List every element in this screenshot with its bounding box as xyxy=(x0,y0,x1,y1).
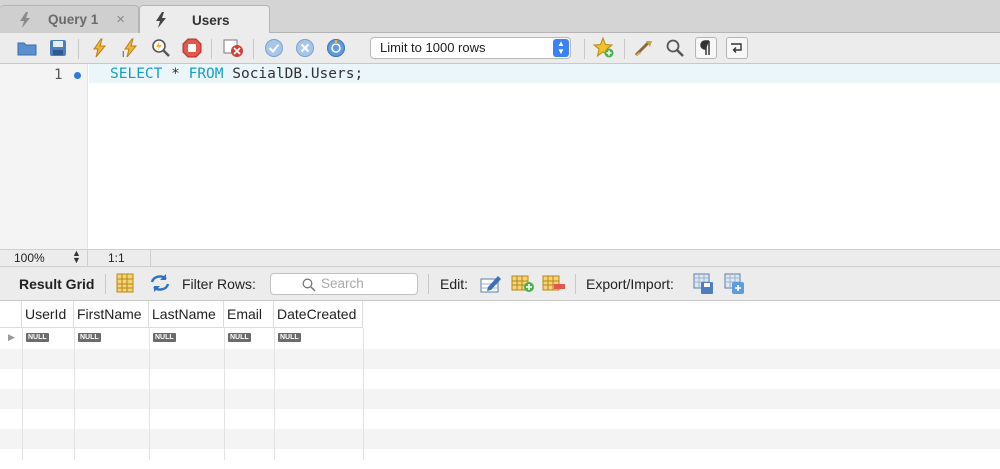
edit-row-icon[interactable] xyxy=(480,273,502,295)
column-header-email[interactable]: Email xyxy=(224,301,274,327)
result-toolbar: Result Grid Filter Rows: Search Edit: Ex… xyxy=(0,267,1000,301)
lightning-icon xyxy=(156,12,166,28)
autocommit-icon[interactable] xyxy=(325,37,347,59)
result-grid[interactable]: UserId FirstName LastName Email DateCrea… xyxy=(0,301,1000,460)
null-cell[interactable]: NULL xyxy=(78,333,101,342)
sql-keyword-from: FROM xyxy=(188,66,224,82)
sql-table-ref: SocialDB.Users; xyxy=(223,66,364,82)
row-header-corner xyxy=(0,301,22,327)
row-pointer-icon: ▶ xyxy=(8,332,15,342)
grid-view-icon[interactable] xyxy=(116,273,138,295)
export-icon[interactable] xyxy=(693,273,715,295)
table-row[interactable]: ▶ NULL NULL NULL NULL NULL xyxy=(0,329,1000,349)
zoom-level: 100% xyxy=(14,251,45,265)
limit-rows-value: Limit to 1000 rows xyxy=(380,40,486,55)
filter-rows-label: Filter Rows: xyxy=(182,276,256,292)
close-tab-button[interactable]: × xyxy=(116,11,125,28)
tab-query-1[interactable]: Query 1 × xyxy=(0,5,139,33)
column-header-firstname[interactable]: FirstName xyxy=(74,301,149,327)
sql-toolbar: I Limit to 1000 rows ▲ ▼ xyxy=(0,33,1000,64)
sql-code-line[interactable]: SELECT * FROM SocialDB.Users; xyxy=(110,66,363,82)
save-icon[interactable] xyxy=(47,37,69,59)
null-cell[interactable]: NULL xyxy=(278,333,301,342)
tab-label: Query 1 xyxy=(48,12,99,27)
refresh-icon[interactable] xyxy=(149,273,171,295)
tab-bar: Query 1 × Users xyxy=(0,0,1000,34)
sql-editor[interactable]: 1 SELECT * FROM SocialDB.Users; xyxy=(0,64,1000,249)
tab-label: Users xyxy=(192,12,230,28)
column-header-lastname[interactable]: LastName xyxy=(149,301,224,327)
editor-status-bar: 100% ▲ ▼ 1:1 xyxy=(0,249,1000,267)
line-number: 1 xyxy=(54,67,63,83)
lightning-icon xyxy=(20,11,30,28)
word-wrap-icon[interactable] xyxy=(726,37,748,59)
grid-header: UserId FirstName LastName Email DateCrea… xyxy=(0,301,363,328)
null-cell[interactable]: NULL xyxy=(153,333,176,342)
delete-row-icon[interactable] xyxy=(542,273,565,295)
limit-rows-select[interactable]: Limit to 1000 rows ▲ ▼ xyxy=(370,37,571,59)
column-header-datecreated[interactable]: DateCreated xyxy=(274,301,363,327)
svg-text:I: I xyxy=(122,50,124,58)
beautify-icon[interactable] xyxy=(633,37,655,59)
commit-icon[interactable] xyxy=(263,37,285,59)
sql-keyword-select: SELECT xyxy=(110,66,163,82)
empty-row xyxy=(0,349,1000,369)
statement-marker-icon xyxy=(74,72,81,79)
export-import-label: Export/Import: xyxy=(586,276,674,292)
result-grid-label: Result Grid xyxy=(19,276,95,292)
find-icon[interactable] xyxy=(664,37,686,59)
empty-row xyxy=(0,389,1000,409)
toggle-error-stop-icon[interactable] xyxy=(222,37,244,59)
empty-row xyxy=(0,409,1000,429)
rollback-icon[interactable] xyxy=(294,37,316,59)
null-cell[interactable]: NULL xyxy=(26,333,49,342)
stop-icon[interactable] xyxy=(181,37,203,59)
explain-icon[interactable] xyxy=(150,37,172,59)
null-cell[interactable]: NULL xyxy=(228,333,251,342)
add-snippet-icon[interactable] xyxy=(593,37,615,59)
execute-current-icon[interactable]: I xyxy=(119,37,141,59)
search-icon xyxy=(302,278,316,292)
filter-search-input[interactable]: Search xyxy=(270,273,418,295)
execute-icon[interactable] xyxy=(88,37,110,59)
sql-star: * xyxy=(162,66,189,82)
chevron-updown-icon: ▲ ▼ xyxy=(553,39,569,57)
cursor-position: 1:1 xyxy=(108,251,125,265)
invisible-chars-icon[interactable] xyxy=(695,37,717,59)
search-placeholder: Search xyxy=(321,276,364,291)
column-header-userid[interactable]: UserId xyxy=(22,301,74,327)
empty-row xyxy=(0,449,1000,469)
open-folder-icon[interactable] xyxy=(16,37,38,59)
tab-users[interactable]: Users xyxy=(139,5,270,34)
zoom-stepper[interactable]: ▲ ▼ xyxy=(72,249,81,265)
import-icon[interactable] xyxy=(724,273,746,295)
edit-label: Edit: xyxy=(440,276,469,292)
empty-row xyxy=(0,369,1000,389)
add-row-icon[interactable] xyxy=(511,273,534,295)
empty-row xyxy=(0,429,1000,449)
line-gutter: 1 xyxy=(0,64,88,249)
